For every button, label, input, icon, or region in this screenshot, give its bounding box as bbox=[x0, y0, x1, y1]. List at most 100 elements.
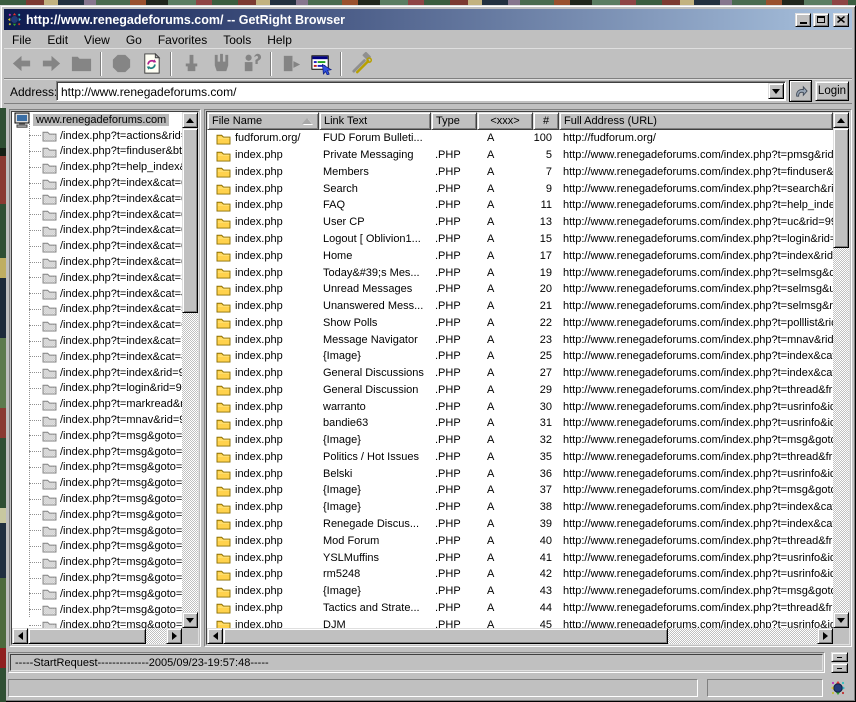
list-row[interactable]: index.phpMod Forum.PHPA40http://www.rene… bbox=[207, 532, 833, 549]
list-row[interactable]: index.phpUser CP.PHPA13http://www.renega… bbox=[207, 214, 833, 231]
scroll-up-button[interactable] bbox=[833, 112, 849, 128]
send-to-getright-button[interactable] bbox=[276, 50, 306, 77]
list-row[interactable]: index.php{Image}.PHPA37http://www.renega… bbox=[207, 482, 833, 499]
scroll-down-button[interactable] bbox=[182, 612, 198, 628]
tree-item[interactable]: /index.php?t=index&cat=0& bbox=[12, 254, 182, 270]
header-file-name[interactable]: File Name bbox=[207, 112, 319, 130]
scroll-down-button[interactable] bbox=[833, 612, 849, 628]
tree-item[interactable]: /index.php?t=index&cat=0& bbox=[12, 175, 182, 191]
list-row[interactable]: index.phpPolitics / Hot Issues.PHPA35htt… bbox=[207, 449, 833, 466]
menu-item-help[interactable]: Help bbox=[259, 32, 300, 48]
tree-item[interactable]: /index.php?t=markread&rid= bbox=[12, 396, 182, 412]
list-row[interactable]: index.phpGeneral Discussion.PHPA29http:/… bbox=[207, 381, 833, 398]
list-row[interactable]: index.phpRenegade Discus....PHPA39http:/… bbox=[207, 516, 833, 533]
forward-arrow-button[interactable] bbox=[36, 50, 66, 77]
tree-item[interactable]: /index.php?t=finduser&btn_ bbox=[12, 144, 182, 160]
list-row[interactable]: index.phpPrivate Messaging.PHPA5http://w… bbox=[207, 147, 833, 164]
download-user-button[interactable] bbox=[236, 50, 266, 77]
list-row[interactable]: index.phpLogout [ Oblivion1....PHPA15htt… bbox=[207, 231, 833, 248]
minimize-button[interactable] bbox=[795, 13, 811, 27]
list-row[interactable]: index.phpMembers.PHPA7http://www.renegad… bbox=[207, 164, 833, 181]
tree-item[interactable]: /index.php?t=msg&goto=17 bbox=[12, 602, 182, 618]
tree-item[interactable]: /index.php?t=msg&goto=17 bbox=[12, 460, 182, 476]
scroll-thumb[interactable] bbox=[833, 128, 849, 248]
list-row[interactable]: index.phpShow Polls.PHPA22http://www.ren… bbox=[207, 314, 833, 331]
list-row[interactable]: index.phprm5248.PHPA42http://www.renegad… bbox=[207, 566, 833, 583]
address-input[interactable] bbox=[59, 84, 767, 99]
scroll-right-button[interactable] bbox=[817, 628, 833, 644]
scroll-thumb[interactable] bbox=[182, 128, 198, 313]
list-row[interactable]: index.phpwarranto.PHPA30http://www.reneg… bbox=[207, 398, 833, 415]
header-tag[interactable]: <xxx> bbox=[477, 112, 533, 130]
tree-item[interactable]: /index.php?t=index&cat=4& bbox=[12, 286, 182, 302]
maximize-button[interactable] bbox=[813, 13, 829, 27]
list-row[interactable]: index.php{Image}.PHPA32http://www.renega… bbox=[207, 432, 833, 449]
list-row[interactable]: index.phpYSLMuffins.PHPA41http://www.ren… bbox=[207, 549, 833, 566]
header-type[interactable]: Type bbox=[431, 112, 477, 130]
list-row[interactable]: index.php{Image}.PHPA38http://www.renega… bbox=[207, 499, 833, 516]
list-row[interactable]: index.phpHome.PHPA17http://www.renegadef… bbox=[207, 247, 833, 264]
tools-button[interactable] bbox=[346, 50, 376, 77]
list-row[interactable]: index.phpDJM.PHPA45http://www.renegadefo… bbox=[207, 616, 833, 628]
tree-vertical-scrollbar[interactable] bbox=[182, 112, 198, 628]
tree-item[interactable]: /index.php?t=msg&goto=17 bbox=[12, 475, 182, 491]
list-row[interactable]: index.phpSearch.PHPA9http://www.renegade… bbox=[207, 180, 833, 197]
tree-item[interactable]: /index.php?t=index&cat=6& bbox=[12, 317, 182, 333]
tree-item[interactable]: /index.php?t=index&cat=0& bbox=[12, 223, 182, 239]
menu-item-file[interactable]: File bbox=[4, 32, 39, 48]
tree-item[interactable]: /index.php?t=index&cat=0& bbox=[12, 238, 182, 254]
list-row[interactable]: index.phpGeneral Discussions.PHPA27http:… bbox=[207, 365, 833, 382]
scroll-right-button[interactable] bbox=[166, 628, 182, 644]
tree-item[interactable]: /index.php?t=actions&rid=9 bbox=[12, 128, 182, 144]
tree-item[interactable]: /index.php?t=msg&goto=17 bbox=[12, 491, 182, 507]
open-folder-button[interactable] bbox=[66, 50, 96, 77]
list-row[interactable]: index.phpToday&#39;s Mes....PHPA19http:/… bbox=[207, 264, 833, 281]
tree-item[interactable]: /index.php?t=msg&goto=17 bbox=[12, 570, 182, 586]
header-full-address[interactable]: Full Address (URL) bbox=[559, 112, 833, 130]
refresh-page-button[interactable] bbox=[136, 50, 166, 77]
tree-item[interactable]: /index.php?t=msg&goto=17 bbox=[12, 507, 182, 523]
log-scroll-down-button[interactable] bbox=[831, 663, 848, 673]
header-link-text[interactable]: Link Text bbox=[319, 112, 431, 130]
list-row[interactable]: index.php{Image}.PHPA25http://www.renega… bbox=[207, 348, 833, 365]
scroll-left-button[interactable] bbox=[207, 628, 223, 644]
scroll-left-button[interactable] bbox=[12, 628, 28, 644]
tree-item[interactable]: /index.php?t=msg&goto=17 bbox=[12, 444, 182, 460]
back-arrow-button[interactable] bbox=[6, 50, 36, 77]
list-row[interactable]: index.phpUnread Messages.PHPA20http://ww… bbox=[207, 281, 833, 298]
log-scroll-up-button[interactable] bbox=[831, 652, 848, 662]
tree-item[interactable]: /index.php?t=index&cat=7& bbox=[12, 333, 182, 349]
list-row[interactable]: index.phpBelski.PHPA36http://www.renegad… bbox=[207, 465, 833, 482]
menu-item-go[interactable]: Go bbox=[118, 32, 150, 48]
close-button[interactable] bbox=[833, 13, 849, 27]
menu-item-view[interactable]: View bbox=[76, 32, 118, 48]
scroll-up-button[interactable] bbox=[182, 112, 198, 128]
list-vertical-scrollbar[interactable] bbox=[833, 112, 849, 628]
tree-item[interactable]: /index.php?t=msg&goto=17 bbox=[12, 618, 182, 629]
menu-item-favorites[interactable]: Favorites bbox=[150, 32, 215, 48]
downloads-list-button[interactable] bbox=[306, 50, 336, 77]
download-button[interactable] bbox=[176, 50, 206, 77]
tree-item[interactable]: /index.php?t=index&cat=8& bbox=[12, 349, 182, 365]
download-all-button[interactable] bbox=[206, 50, 236, 77]
address-dropdown-button[interactable] bbox=[768, 83, 784, 99]
tree-item[interactable]: /index.php?t=index&cat=0& bbox=[12, 191, 182, 207]
list-row[interactable]: index.phpMessage Navigator.PHPA23http://… bbox=[207, 331, 833, 348]
tree-root-item[interactable]: www.renegadeforums.com bbox=[12, 112, 182, 128]
title-bar[interactable]: http://www.renegadeforums.com/ -- GetRig… bbox=[4, 9, 852, 30]
tree-item[interactable]: /index.php?t=login&rid=996 bbox=[12, 381, 182, 397]
list-row[interactable]: fudforum.org/FUD Forum Bulleti...A100htt… bbox=[207, 130, 833, 147]
log-field[interactable]: -----StartRequest--------------2005/09/2… bbox=[8, 652, 825, 673]
tree-item[interactable]: /index.php?t=index&cat=0& bbox=[12, 207, 182, 223]
scroll-thumb[interactable] bbox=[223, 628, 668, 644]
list-row[interactable]: index.phpFAQ.PHPA11http://www.renegadefo… bbox=[207, 197, 833, 214]
list-row[interactable]: index.phpTactics and Strate....PHPA44htt… bbox=[207, 599, 833, 616]
tree-item[interactable]: /index.php?t=msg&goto=16 bbox=[12, 428, 182, 444]
tree-item[interactable]: /index.php?t=msg&goto=17 bbox=[12, 554, 182, 570]
menu-item-tools[interactable]: Tools bbox=[215, 32, 259, 48]
tree-item[interactable]: /index.php?t=msg&goto=17 bbox=[12, 539, 182, 555]
list-row[interactable]: index.phpUnanswered Mess....PHPA21http:/… bbox=[207, 298, 833, 315]
scroll-thumb[interactable] bbox=[28, 628, 146, 644]
menu-item-edit[interactable]: Edit bbox=[39, 32, 76, 48]
go-button[interactable] bbox=[789, 80, 812, 102]
